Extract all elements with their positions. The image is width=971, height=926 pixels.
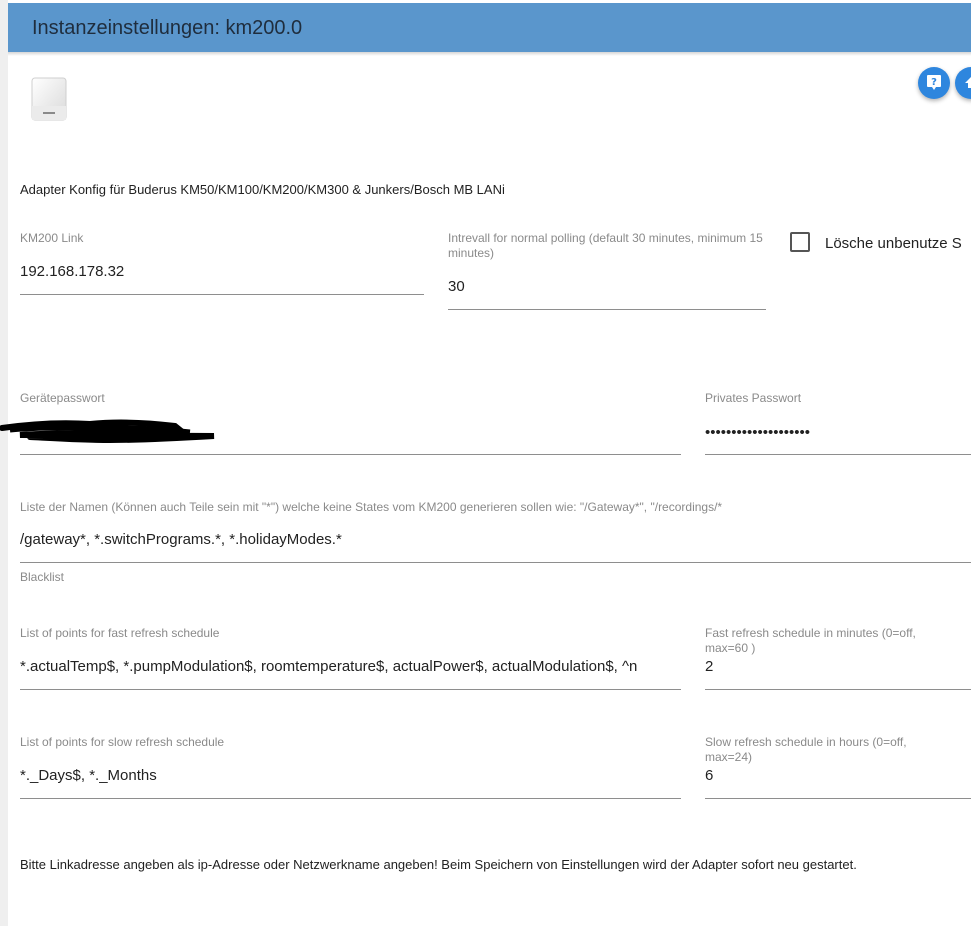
fast-points-input[interactable]: *.actualTemp$, *.pumpModulation$, roomte… [20,658,683,675]
delete-unused-label: Lösche unbenutze S [825,235,962,252]
svg-text:?: ? [931,77,937,88]
device-icon [28,76,70,122]
device-password-input[interactable] [0,418,215,446]
slow-points-input[interactable]: *._Days$, *._Months [20,767,683,784]
upload-icon [965,77,971,88]
km200-link-label: KM200 Link [20,231,84,245]
private-password-input[interactable]: •••••••••••••••••••• [705,424,810,441]
km200-link-input[interactable]: 192.168.178.32 [20,263,420,280]
help-icon: ? [927,75,941,90]
interval-label: Intrevall for normal polling (default 30… [448,231,763,260]
upload-button[interactable] [955,67,971,99]
redaction-scribble [0,419,215,444]
blacklist-input[interactable]: /gateway*, *.switchPrograms.*, *.holiday… [20,531,960,548]
device-password-label: Gerätepasswort [20,391,105,405]
blacklist-underline [20,562,971,563]
page-title: Instanzeinstellungen: km200.0 [32,17,303,39]
footer-note: Bitte Linkadresse angeben als ip-Adresse… [20,857,857,872]
delete-unused-checkbox[interactable] [790,232,810,252]
blacklist-label: Liste der Namen (Können auch Teile sein … [20,500,723,514]
window-frame [0,0,8,926]
fast-points-label: List of points for fast refresh schedule [20,626,220,640]
slow-hours-underline [705,798,971,799]
fast-minutes-label: Fast refresh schedule in minutes (0=off,… [705,626,916,655]
fast-points-underline [20,689,681,690]
intro-text: Adapter Konfig für Buderus KM50/KM100/KM… [20,182,505,197]
fast-minutes-input[interactable]: 2 [705,658,955,675]
slow-hours-label: Slow refresh schedule in hours (0=off, m… [705,735,907,764]
private-password-underline [705,454,971,455]
help-button[interactable]: ? [918,67,950,99]
device-password-underline [20,454,681,455]
interval-underline [448,309,766,310]
slow-hours-input[interactable]: 6 [705,767,955,784]
fast-minutes-underline [705,689,971,690]
slow-points-label: List of points for slow refresh schedule [20,735,225,749]
private-password-label: Privates Passwort [705,391,802,405]
km200-link-underline [20,294,424,295]
header-bar: Instanzeinstellungen: km200.0 [8,3,971,52]
blacklist-helper: Blacklist [20,570,65,584]
slow-points-underline [20,798,681,799]
interval-input[interactable]: 30 [448,278,758,295]
header-shadow [8,52,971,56]
